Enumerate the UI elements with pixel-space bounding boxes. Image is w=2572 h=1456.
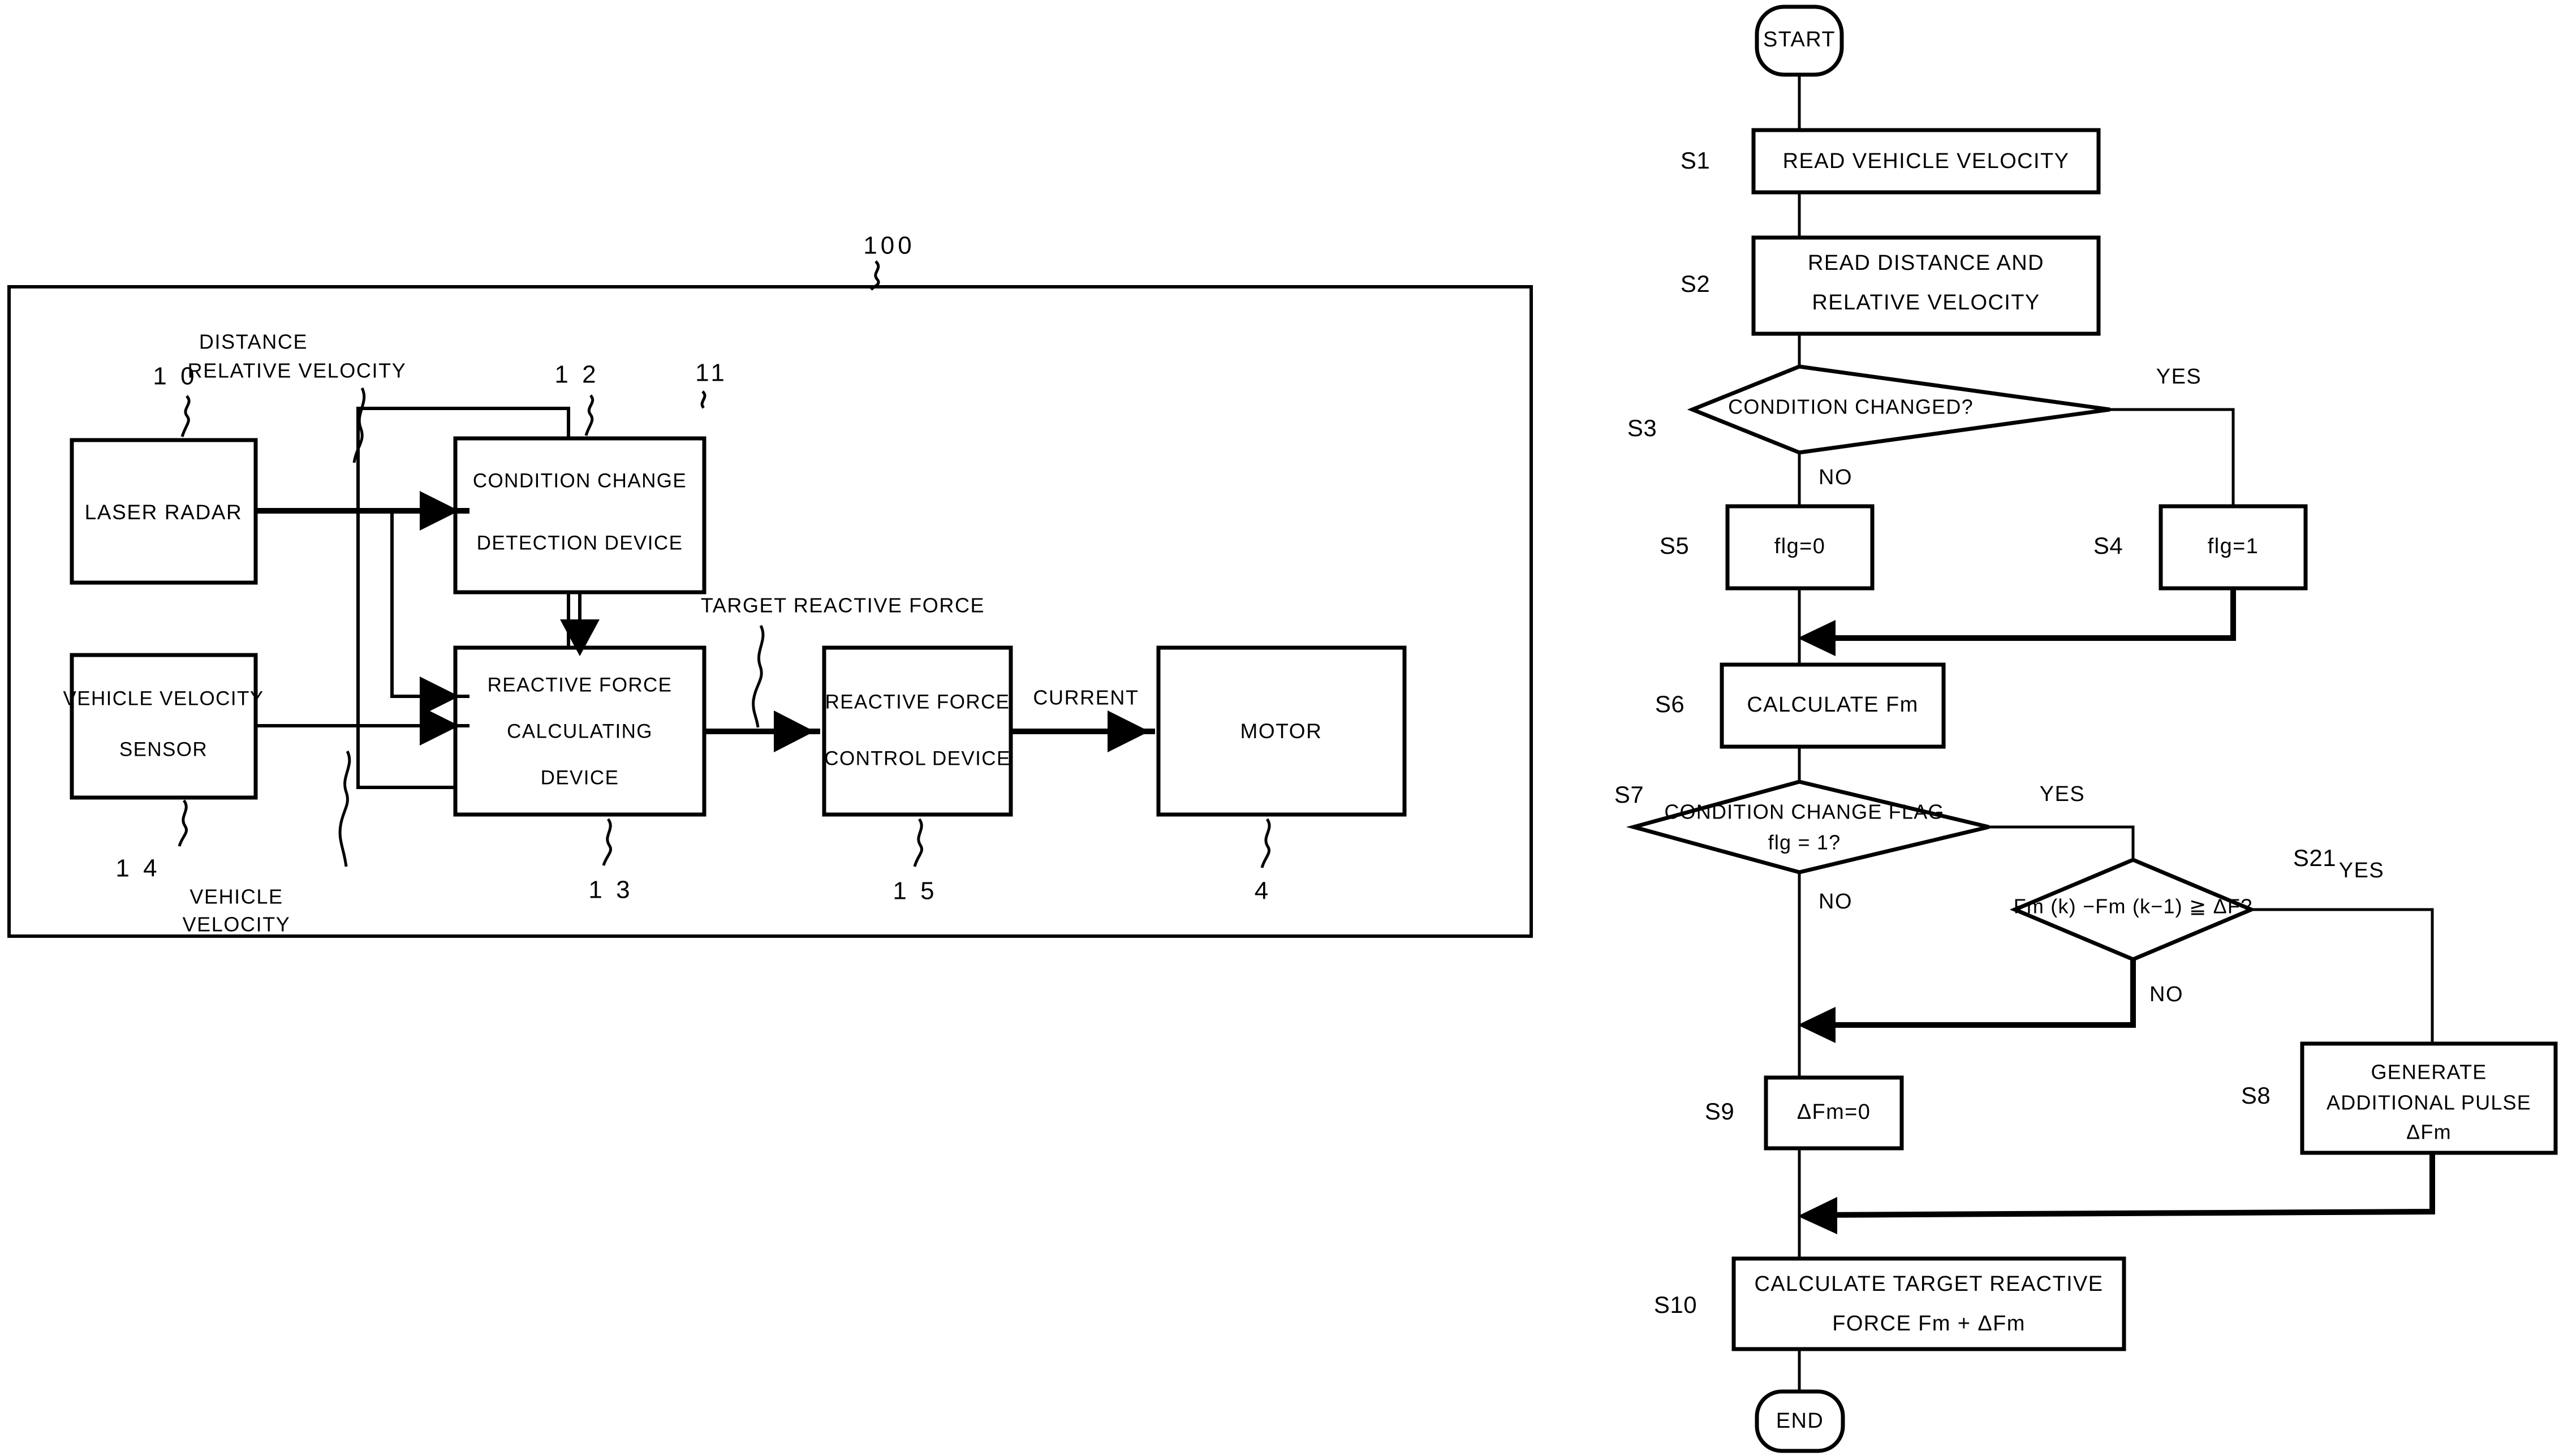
signal-label-distance: DISTANCE [199,330,308,354]
flow-step-s4-label: flg=1 [2208,535,2259,558]
flow-step-tag-s2: S2 [1681,270,1710,297]
leader-line-vehicle-velocity [338,750,351,867]
flow-step-s7-label-2: flg = 1? [1768,831,1841,854]
flow-step-s3-label: CONDITION CHANGED? [1728,395,1974,419]
patent-figure: 100 11 LASER RADAR 1 0 VEHICLE VELOCITY … [0,0,2572,1456]
block-reactive-force-control-device-label-2: CONTROL DEVICE [824,747,1010,769]
flowchart: START READ VEHICLE VELOCITY S1 READ DIST… [1614,5,2558,1453]
block-reactive-force-control-device-label-1: REACTIVE FORCE [825,691,1010,713]
block-motor-label: MOTOR [1240,720,1322,743]
flow-step-tag-s9: S9 [1705,1098,1734,1125]
leader-line-12 [584,394,594,436]
branch-label-s3-no: NO [1819,466,1852,489]
block-condition-change-detection-device-label-2: DETECTION DEVICE [477,532,683,554]
flow-terminal-end-label: END [1776,1409,1824,1433]
block-vehicle-velocity-sensor-label-2: SENSOR [119,738,208,760]
ref-label-4: 4 [1255,877,1272,905]
conn-s3-yes-to-s4 [2110,408,2235,506]
flow-step-s8-label-2: ADDITIONAL PULSE [2327,1091,2531,1114]
leader-line-4 [1260,818,1271,868]
flow-step-s8-label-3: ΔFm [2406,1121,2452,1144]
signal-label-relative-velocity: RELATIVE VELOCITY [188,359,407,382]
signal-label-target-reactive-force: TARGET REACTIVE FORCE [701,594,985,617]
flow-step-s10-label-1: CALCULATE TARGET REACTIVE [1754,1272,2103,1296]
ref-label-100: 100 [863,232,915,260]
branch-label-s7-yes: YES [2040,782,2086,806]
arrowhead-control-device-input [774,710,815,752]
conn-s4-to-merge [1810,588,2236,641]
ref-label-12: 1 2 [554,361,599,389]
leader-line-14 [178,799,188,847]
ref-label-11: 11 [695,359,728,387]
flow-step-tag-s8: S8 [2241,1082,2271,1109]
arrowhead-merge-s4 [1798,620,1836,656]
flow-step-tag-s21: S21 [2293,845,2336,871]
leader-line-10 [180,395,191,437]
block-condition-change-detection-device [453,436,706,595]
conn-s7-yes-to-s21 [1989,825,2135,860]
block-vehicle-velocity-sensor [70,653,258,800]
flow-step-tag-s1: S1 [1681,147,1710,174]
branch-label-s7-no: NO [1819,890,1852,914]
arrowhead-merge-s21-no [1798,1007,1836,1043]
flow-step-s6-label: CALCULATE Fm [1747,693,1918,717]
flow-step-s1-label: READ VEHICLE VELOCITY [1783,149,2070,173]
block-laser-radar-label: LASER RADAR [85,501,243,524]
flow-step-s10-label-2: FORCE Fm + ΔFm [1832,1312,2026,1336]
flow-step-tag-s3: S3 [1627,415,1657,441]
ref-label-13: 1 3 [588,876,633,904]
flow-step-tag-s5: S5 [1660,532,1689,559]
signal-label-vehicle-velocity-1: VEHICLE [189,885,283,908]
branch-label-s21-yes: YES [2339,859,2385,882]
block-condition-change-detection-device-label-1: CONDITION CHANGE [473,469,687,492]
flow-step-s9-label: ΔFm=0 [1797,1100,1871,1124]
flow-step-s21-label: Fm (k) −Fm (k−1) ≧ ΔF? [2014,895,2253,918]
block-diagram: 100 11 LASER RADAR 1 0 VEHICLE VELOCITY … [7,232,1533,938]
figure-canvas: 100 11 LASER RADAR 1 0 VEHICLE VELOCITY … [7,5,2558,1453]
flow-step-s8-label-1: GENERATE [2371,1061,2487,1084]
block-reactive-force-calculating-device-label-3: DEVICE [541,766,619,789]
leader-line-target-reactive-force [752,624,765,728]
ref-label-15: 1 5 [893,877,937,905]
block-reactive-force-control-device [822,645,1013,817]
block-reactive-force-calculating-device-label-2: CALCULATING [507,720,653,742]
flow-step-s7-label-1: CONDITION CHANGE FLAG [1664,800,1944,824]
flow-terminal-start-label: START [1763,28,1836,51]
signal-label-current: CURRENT [1033,686,1139,709]
block-reactive-force-calculating-device-label-1: REACTIVE FORCE [488,674,673,696]
ref-label-14: 1 4 [115,855,160,882]
flow-step-s7 [1626,779,1989,875]
flow-step-tag-s7: S7 [1614,781,1644,808]
leader-line-15 [913,818,923,867]
conn-s8-to-trunk [1810,1153,2435,1218]
branch-label-s3-yes: YES [2156,365,2202,389]
branch-label-s21-no: NO [2149,983,2183,1006]
flow-step-tag-s4: S4 [2093,532,2123,559]
flow-step-tag-s10: S10 [1654,1291,1697,1318]
leader-line-13 [602,818,612,866]
flow-step-tag-s6: S6 [1655,691,1684,717]
signal-label-vehicle-velocity-2: VELOCITY [183,913,291,936]
flow-step-s2-label-1: READ DISTANCE AND [1808,251,2044,275]
block-vehicle-velocity-sensor-label-1: VEHICLE VELOCITY [63,687,264,709]
flow-step-s2-label-2: RELATIVE VELOCITY [1812,291,2040,315]
leader-line-11 [700,390,706,409]
conn-s21-yes-to-s8 [2251,908,2434,1044]
conn-s21-no-to-trunk [1810,959,2136,1028]
arrowhead-merge-s8 [1798,1197,1837,1234]
arrowhead-motor-input [1108,710,1149,752]
flow-step-s5-label: flg=0 [1774,535,1825,558]
